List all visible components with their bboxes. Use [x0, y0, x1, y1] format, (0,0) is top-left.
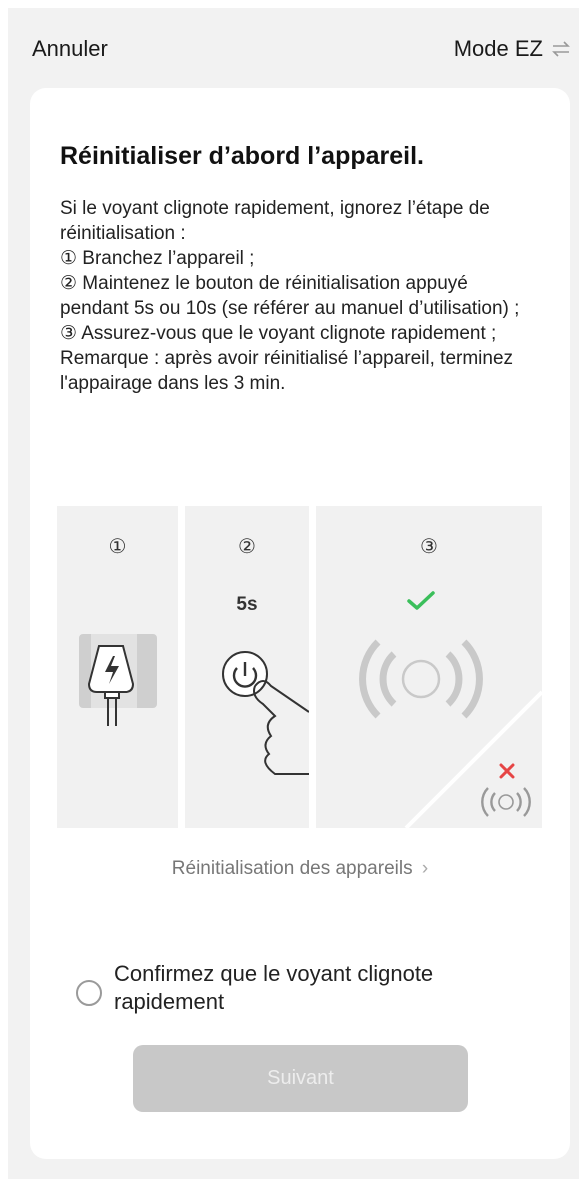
- weak-light-icon: [481, 787, 531, 817]
- confirm-blink-checkbox[interactable]: Confirmez que le voyant clignote rapidem…: [76, 960, 536, 1016]
- instruction-line: ① Branchez l’appareil ;: [60, 248, 255, 269]
- instruction-line: ③ Assurez-vous que le voyant clignote ra…: [60, 323, 497, 344]
- mode-label: Mode EZ: [453, 36, 543, 61]
- ez-mode-switch[interactable]: Mode EZ: [454, 36, 571, 62]
- radio-button[interactable]: [76, 980, 102, 1006]
- device-reset-link[interactable]: Réinitialisation des appareils ›: [30, 858, 570, 880]
- step-2-panel: ② 5s: [185, 506, 309, 828]
- instruction-line: ② Maintenez le bouton de réinitialisatio…: [60, 273, 520, 319]
- screen: Annuler Mode EZ Réinitialiser d’abord l’…: [8, 8, 579, 1179]
- step-3-panel: ③: [316, 506, 542, 828]
- confirm-label: Confirmez que le voyant clignote rapidem…: [114, 961, 434, 1014]
- press-power-button-icon: [222, 651, 309, 775]
- reset-illustration: ① ② 5s ③: [57, 506, 542, 828]
- next-button[interactable]: Suivant: [133, 1045, 468, 1112]
- page-title: Réinitialiser d’abord l’appareil.: [60, 142, 424, 170]
- instruction-line: Si le voyant clignote rapidement, ignore…: [60, 198, 490, 244]
- chevron-right-icon: ›: [421, 858, 429, 879]
- swap-arrows-icon: [552, 41, 570, 57]
- step-1-panel: ①: [57, 506, 178, 828]
- hold-duration: 5s: [236, 594, 258, 615]
- instructions: Si le voyant clignote rapidement, ignore…: [60, 196, 540, 396]
- plug-charging-icon: [79, 634, 157, 726]
- header: Annuler Mode EZ: [8, 8, 579, 86]
- step-number: ②: [238, 536, 256, 558]
- reset-link-label: Réinitialisation des appareils: [171, 858, 413, 879]
- cross-icon: [499, 763, 515, 779]
- step-number: ①: [108, 536, 127, 558]
- cancel-button[interactable]: Annuler: [32, 36, 108, 62]
- reset-card: Réinitialiser d’abord l’appareil. Si le …: [30, 88, 570, 1159]
- instruction-line: Remarque : après avoir réinitialisé l’ap…: [60, 348, 514, 394]
